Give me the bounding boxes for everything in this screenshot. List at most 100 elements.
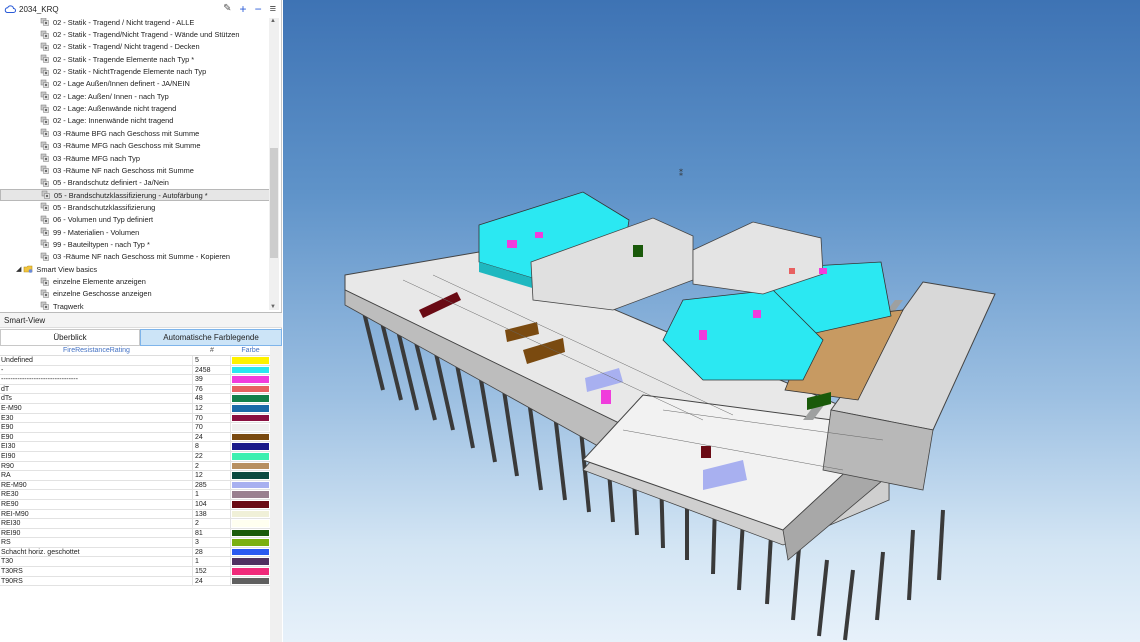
legend-row[interactable]: REI90 81 bbox=[0, 528, 270, 539]
legend-color-cell[interactable] bbox=[231, 462, 270, 471]
legend-color-cell[interactable] bbox=[231, 538, 270, 547]
tree-item[interactable]: ◢ Smart View basics bbox=[0, 263, 270, 275]
legend-row[interactable]: RE30 1 bbox=[0, 490, 270, 500]
tree-item[interactable]: 02 - Statik - Tragende Elemente nach Typ… bbox=[0, 53, 270, 65]
legend-color-cell[interactable] bbox=[231, 557, 270, 566]
tree-item[interactable]: 02 - Lage: Innenwände nicht tragend bbox=[0, 115, 270, 127]
expand-icon[interactable]: ◢ bbox=[16, 265, 21, 273]
add-button[interactable]: + bbox=[240, 2, 247, 16]
color-swatch[interactable] bbox=[232, 568, 269, 575]
legend-row[interactable]: RE90 104 bbox=[0, 499, 270, 510]
color-swatch[interactable] bbox=[232, 376, 269, 383]
color-swatch[interactable] bbox=[232, 424, 269, 431]
legend-row[interactable]: E90 70 bbox=[0, 423, 270, 433]
legend-row[interactable]: RS 3 bbox=[0, 538, 270, 548]
legend-color-cell[interactable] bbox=[231, 548, 270, 557]
legend-color-cell[interactable] bbox=[231, 385, 270, 394]
color-swatch[interactable] bbox=[232, 385, 269, 393]
tree-item[interactable]: Tragwerk bbox=[0, 300, 270, 310]
legend-row[interactable]: -2458 bbox=[0, 365, 270, 376]
color-swatch[interactable] bbox=[232, 548, 269, 556]
legend-color-cell[interactable] bbox=[231, 500, 270, 509]
tree-item[interactable]: 02 - Statik - Tragend / Nicht tragend - … bbox=[0, 18, 270, 28]
legend-row[interactable]: RA 12 bbox=[0, 471, 270, 481]
remove-button[interactable]: − bbox=[255, 2, 262, 16]
legend-row[interactable]: --------------------------------- 39 bbox=[0, 375, 270, 385]
tree-item[interactable]: 02 - Lage: Außenwände nicht tragend bbox=[0, 102, 270, 114]
color-swatch[interactable] bbox=[232, 452, 269, 460]
legend-row[interactable]: dT 76 bbox=[0, 384, 270, 395]
legend-row[interactable]: Undefined 5 bbox=[0, 356, 270, 366]
legend-row[interactable]: Schacht horiz. geschottet 28 bbox=[0, 547, 270, 558]
legend-row[interactable]: EI30 8 bbox=[0, 442, 270, 452]
legend-color-cell[interactable] bbox=[231, 366, 270, 375]
legend-color-cell[interactable] bbox=[231, 519, 270, 528]
color-swatch[interactable] bbox=[232, 357, 269, 364]
legend-color-cell[interactable] bbox=[231, 442, 270, 451]
tree-item[interactable]: 05 - Brandschutzklassifizierung - Autofä… bbox=[0, 188, 270, 202]
tree-item[interactable]: 02 - Statik - Tragend/Nicht Tragend - Wä… bbox=[0, 28, 270, 40]
tree-item[interactable]: 99 - Bauteiltypen - nach Typ * bbox=[0, 238, 270, 250]
color-swatch[interactable] bbox=[232, 491, 269, 498]
legend-color-cell[interactable] bbox=[231, 433, 270, 442]
scroll-thumb[interactable] bbox=[270, 148, 278, 258]
tree-item[interactable]: 02 - Lage Außen/Innen definert - JA/NEIN bbox=[0, 78, 270, 90]
legend-row[interactable]: T30 1 bbox=[0, 557, 270, 568]
legend-color-cell[interactable] bbox=[231, 577, 270, 586]
legend-row[interactable]: RE-M90 285 bbox=[0, 480, 270, 491]
color-swatch[interactable] bbox=[232, 472, 269, 479]
color-swatch[interactable] bbox=[232, 481, 269, 489]
color-swatch[interactable] bbox=[232, 366, 269, 374]
tree-item[interactable]: 03 -Räume NF nach Geschoss mit Summe bbox=[0, 164, 270, 176]
color-swatch[interactable] bbox=[232, 577, 269, 585]
scroll-up-icon[interactable]: ▲ bbox=[270, 18, 276, 24]
scroll-down-icon[interactable]: ▼ bbox=[270, 304, 276, 310]
tab-auto-color-legend[interactable]: Automatische Farblegende bbox=[140, 329, 282, 346]
tree-item[interactable]: 06 - Volumen und Typ definiert bbox=[0, 214, 270, 226]
legend-color-cell[interactable] bbox=[231, 471, 270, 480]
color-swatch[interactable] bbox=[232, 443, 269, 450]
color-swatch[interactable] bbox=[232, 520, 269, 527]
tree-item[interactable]: 05 - Brandschutz definiert - Ja/Nein bbox=[0, 177, 270, 189]
legend-color-cell[interactable] bbox=[231, 423, 270, 432]
legend-row[interactable]: E30 70 bbox=[0, 413, 270, 424]
tree-item[interactable]: 03 -Räume NF nach Geschoss mit Summe - K… bbox=[0, 251, 270, 263]
legend-row[interactable]: REI30 2 bbox=[0, 519, 270, 529]
pencil-icon[interactable]: ✎ bbox=[223, 2, 231, 16]
color-swatch[interactable] bbox=[232, 510, 269, 518]
3d-model-view[interactable]: ⁑ bbox=[283, 0, 1140, 642]
color-swatch[interactable] bbox=[232, 529, 269, 537]
legend-row[interactable]: E90 24 bbox=[0, 432, 270, 443]
legend-row[interactable]: dTs 48 bbox=[0, 394, 270, 404]
tree-scrollbar[interactable]: ▲ ▼ bbox=[269, 18, 279, 310]
legend-row[interactable]: REI-M90 138 bbox=[0, 509, 270, 520]
color-swatch[interactable] bbox=[232, 404, 269, 412]
tree-item[interactable]: 05 - Brandschutzklassifizierung bbox=[0, 201, 270, 213]
column-header-property[interactable]: FireResistanceRating bbox=[0, 346, 193, 355]
legend-color-cell[interactable] bbox=[231, 481, 270, 490]
legend-row[interactable]: T30RS 152 bbox=[0, 567, 270, 577]
tree-item[interactable]: 03 -Räume MFG nach Typ bbox=[0, 152, 270, 164]
tree-item[interactable]: einzelne Elemente anzeigen bbox=[0, 275, 270, 287]
tab-overview[interactable]: Überblick bbox=[0, 329, 140, 346]
color-swatch[interactable] bbox=[232, 539, 269, 546]
tree-item[interactable]: 02 - Lage: Außen/ Innen - nach Typ bbox=[0, 90, 270, 102]
tree-item[interactable]: 02 - Statik - Tragend/ Nicht tragend - D… bbox=[0, 41, 270, 53]
legend-color-cell[interactable] bbox=[231, 394, 270, 403]
tree-item[interactable]: 99 - Materialien - Volumen bbox=[0, 226, 270, 238]
legend-color-cell[interactable] bbox=[231, 567, 270, 576]
legend-row[interactable]: EI90 22 bbox=[0, 451, 270, 462]
tree-item[interactable]: 03 -Räume MFG nach Geschoss mit Summe bbox=[0, 140, 270, 152]
tree-item[interactable]: einzelne Geschosse anzeigen bbox=[0, 288, 270, 300]
legend-row[interactable]: R90 2 bbox=[0, 461, 270, 472]
column-header-color[interactable]: Farbe bbox=[231, 346, 270, 355]
color-swatch[interactable] bbox=[232, 414, 269, 422]
legend-color-cell[interactable] bbox=[231, 414, 270, 423]
color-swatch[interactable] bbox=[232, 558, 269, 566]
legend-row[interactable]: T90RS 24 bbox=[0, 576, 270, 587]
legend-color-cell[interactable] bbox=[231, 375, 270, 384]
legend-color-cell[interactable] bbox=[231, 490, 270, 499]
legend-color-cell[interactable] bbox=[231, 356, 270, 365]
legend-color-cell[interactable] bbox=[231, 529, 270, 538]
column-header-count[interactable]: # bbox=[193, 346, 231, 355]
